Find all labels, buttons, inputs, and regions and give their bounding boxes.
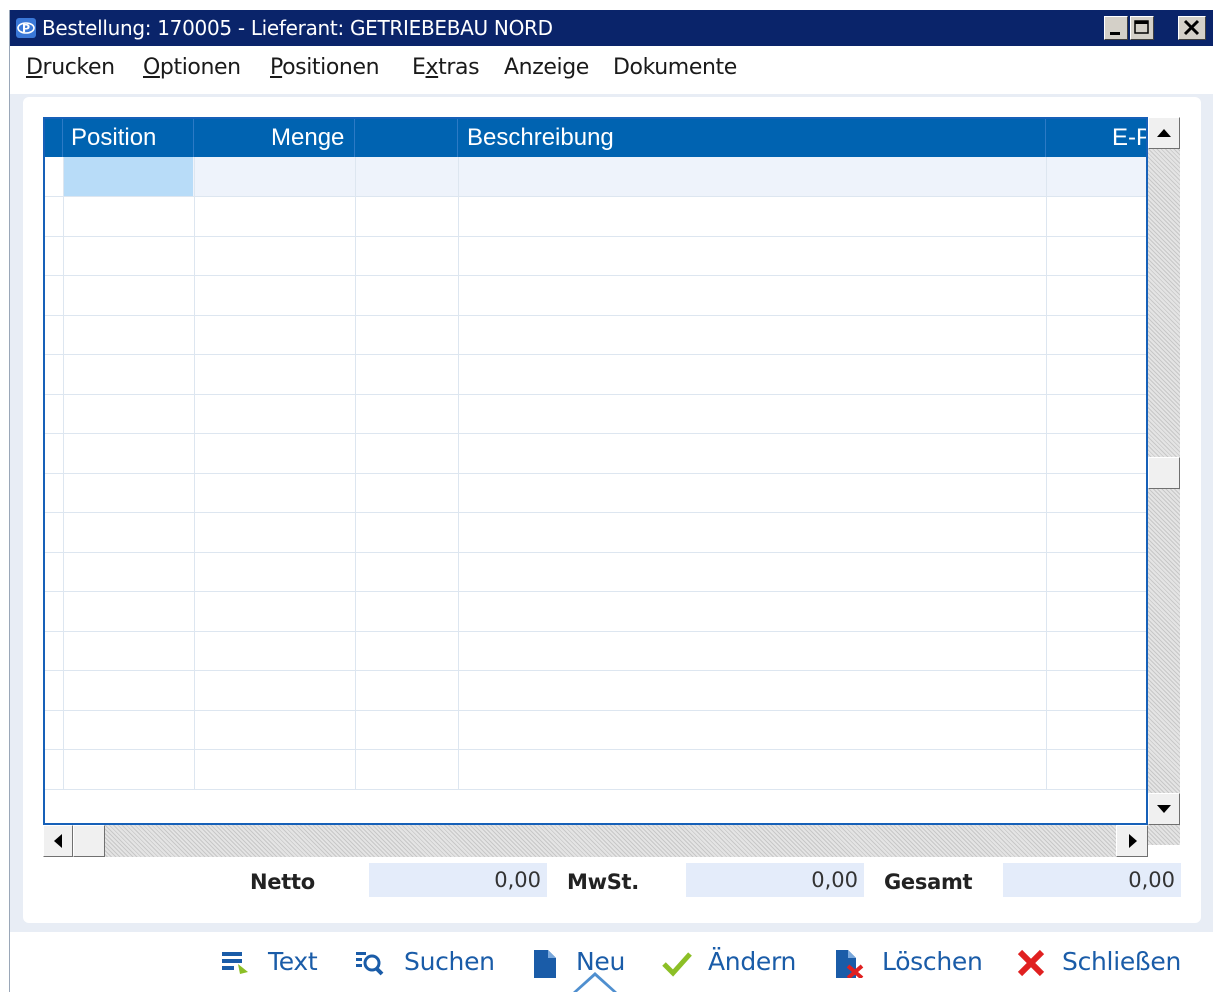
horizontal-scrollbar[interactable] bbox=[43, 825, 1148, 857]
tooltip-pointer-inner bbox=[577, 976, 613, 992]
title-bar[interactable]: P Bestellung: 170005 - Lieferant: GETRIE… bbox=[10, 10, 1213, 46]
row-divider bbox=[45, 591, 1146, 592]
col-header-einzelpreis[interactable]: E-P bbox=[1046, 119, 1146, 157]
maximize-icon bbox=[1134, 20, 1149, 34]
scroll-right-button[interactable] bbox=[1116, 825, 1148, 857]
order-window: P Bestellung: 170005 - Lieferant: GETRIE… bbox=[9, 10, 1213, 992]
grid-body[interactable] bbox=[45, 157, 1146, 790]
scrollbar-corner bbox=[1148, 845, 1180, 857]
new-document-icon bbox=[534, 950, 556, 978]
col-header-menge[interactable]: Menge bbox=[194, 119, 355, 157]
menu-optionen[interactable]: Optionen bbox=[143, 54, 241, 82]
selected-row[interactable] bbox=[63, 157, 1146, 196]
row-divider bbox=[45, 275, 1146, 276]
row-divider bbox=[45, 433, 1146, 434]
text-edit-icon bbox=[222, 952, 248, 974]
mwst-label: MwSt. bbox=[567, 870, 639, 894]
row-divider bbox=[45, 394, 1146, 395]
row-divider bbox=[45, 710, 1146, 711]
content-panel: Position Menge Beschreibung E-P bbox=[23, 97, 1201, 923]
row-divider bbox=[45, 512, 1146, 513]
menu-dokumente[interactable]: Dokumente bbox=[613, 54, 737, 82]
gesamt-label: Gesamt bbox=[884, 870, 973, 894]
maximize-button[interactable] bbox=[1130, 16, 1154, 40]
selected-cell[interactable] bbox=[63, 157, 193, 196]
menu-bar: Drucken Optionen Positionen Extras Anzei… bbox=[10, 46, 1213, 94]
col-header-position[interactable]: Position bbox=[63, 119, 194, 157]
app-logo-icon: P bbox=[16, 18, 36, 38]
loeschen-button[interactable]: Löschen bbox=[834, 944, 994, 984]
window-title: Bestellung: 170005 - Lieferant: GETRIEBE… bbox=[42, 16, 553, 40]
menu-positionen[interactable]: Positionen bbox=[270, 54, 380, 82]
row-indicator-header bbox=[45, 119, 63, 157]
menu-drucken[interactable]: Drucken bbox=[26, 54, 115, 82]
row-divider bbox=[45, 552, 1146, 553]
grid-header: Position Menge Beschreibung E-P bbox=[45, 119, 1146, 157]
schliessen-button[interactable]: Schließen bbox=[1016, 944, 1196, 984]
arrow-down-icon bbox=[1157, 805, 1171, 813]
row-divider bbox=[45, 789, 1146, 790]
minimize-icon bbox=[1110, 32, 1120, 35]
vertical-scrollbar[interactable] bbox=[1148, 117, 1180, 845]
col-header-unit[interactable] bbox=[355, 119, 458, 157]
netto-label: Netto bbox=[250, 870, 315, 894]
netto-value: 0,00 bbox=[369, 863, 547, 897]
scroll-thumb[interactable] bbox=[1148, 457, 1180, 489]
close-icon bbox=[1183, 19, 1200, 36]
delete-document-icon bbox=[836, 950, 864, 978]
positions-grid[interactable]: Position Menge Beschreibung E-P bbox=[43, 117, 1148, 825]
mwst-value: 0,00 bbox=[686, 863, 864, 897]
suchen-button[interactable]: Suchen bbox=[354, 944, 504, 984]
row-divider bbox=[45, 354, 1146, 355]
row-divider bbox=[45, 670, 1146, 671]
menu-anzeige[interactable]: Anzeige bbox=[504, 54, 589, 82]
menu-extras[interactable]: Extras bbox=[412, 54, 480, 82]
arrow-up-icon bbox=[1157, 129, 1171, 137]
scroll-down-button[interactable] bbox=[1148, 793, 1180, 825]
checkmark-icon bbox=[662, 952, 692, 977]
text-button[interactable]: Text bbox=[220, 944, 330, 984]
row-divider bbox=[45, 631, 1146, 632]
scroll-up-button[interactable] bbox=[1148, 117, 1180, 149]
minimize-button[interactable] bbox=[1104, 16, 1128, 40]
row-divider bbox=[45, 315, 1146, 316]
arrow-left-icon bbox=[54, 834, 62, 848]
svg-text:P: P bbox=[22, 22, 30, 35]
row-divider bbox=[45, 236, 1146, 237]
aendern-button[interactable]: Ändern bbox=[662, 944, 812, 984]
row-divider bbox=[45, 749, 1146, 750]
col-header-beschreibung[interactable]: Beschreibung bbox=[458, 119, 1046, 157]
row-divider bbox=[45, 196, 1146, 197]
close-window-button[interactable] bbox=[1178, 16, 1206, 40]
arrow-right-icon bbox=[1129, 834, 1137, 848]
search-icon bbox=[356, 952, 384, 976]
gesamt-value: 0,00 bbox=[1003, 863, 1181, 897]
horizontal-scroll-thumb[interactable] bbox=[73, 825, 105, 857]
close-x-icon bbox=[1017, 949, 1045, 977]
row-divider bbox=[45, 473, 1146, 474]
scroll-left-button[interactable] bbox=[43, 825, 73, 857]
